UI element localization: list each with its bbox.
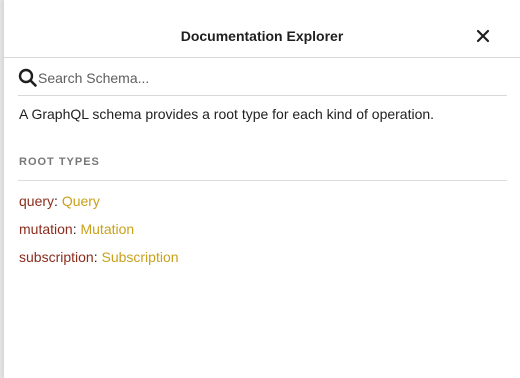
root-types-heading: ROOT TYPES (19, 156, 100, 168)
explorer-header: Documentation Explorer (4, 0, 520, 58)
schema-description: A GraphQL schema provides a root type fo… (19, 106, 435, 122)
section-divider (18, 180, 507, 181)
field-name: query (19, 193, 55, 209)
root-type-query: query: Query (19, 193, 179, 221)
field-name: subscription (19, 249, 94, 265)
search-icon (18, 68, 37, 87)
field-name: mutation (19, 221, 73, 237)
explorer-title: Documentation Explorer (180, 28, 344, 44)
search-bar (18, 59, 507, 96)
root-type-mutation: mutation: Mutation (19, 221, 179, 249)
search-input[interactable] (38, 68, 498, 88)
root-type-subscription: subscription: Subscription (19, 249, 179, 277)
type-link-subscription[interactable]: Subscription (101, 249, 178, 265)
root-types-list: query: Query mutation: Mutation subscrip… (19, 193, 179, 277)
type-link-query[interactable]: Query (62, 193, 100, 209)
close-icon (476, 29, 490, 43)
close-button[interactable] (476, 29, 490, 43)
field-separator: : (54, 193, 62, 209)
documentation-explorer-panel: Documentation Explorer A GraphQL schema … (4, 0, 520, 378)
type-link-mutation[interactable]: Mutation (80, 221, 134, 237)
